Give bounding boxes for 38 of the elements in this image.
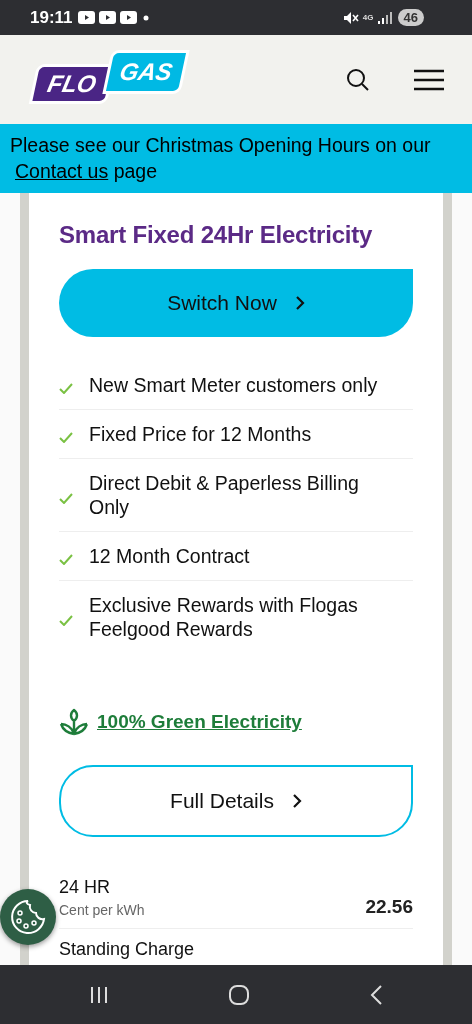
full-details-button[interactable]: Full Details (59, 765, 413, 837)
mute-icon (342, 10, 359, 25)
clock: 19:11 (30, 7, 73, 28)
announcement-text: Please see our Christmas Opening Hours on our Contact us page (10, 133, 432, 184)
switch-now-button[interactable]: Switch Now (59, 269, 413, 337)
check-icon (59, 431, 73, 443)
check-icon (59, 492, 73, 504)
video-app-icon (119, 11, 137, 24)
rate-label: Standing Charge (59, 939, 195, 960)
plant-icon (59, 707, 89, 737)
feature-text: New Smart Meter customers only (89, 373, 378, 397)
network-type: 4G (362, 13, 374, 22)
chevron-icon (294, 295, 305, 311)
cookie-settings-button[interactable] (0, 889, 56, 945)
feature-text: Exclusive Rewards with Flogas Feelgood Rewards (89, 593, 359, 641)
check-icon (59, 382, 73, 394)
rate-label: 24 HR (59, 877, 112, 898)
back-button[interactable] (368, 983, 383, 1006)
feature-text: 12 Month Contract (89, 544, 250, 568)
home-button[interactable] (228, 983, 250, 1006)
plan-title: Smart Fixed 24Hr Electricity (59, 221, 374, 249)
video-app-icon (98, 11, 116, 24)
feature-text: Fixed Price for 12 Months (89, 422, 312, 446)
signal-icon (377, 11, 392, 24)
check-icon (59, 553, 73, 565)
recent-apps-button[interactable] (89, 985, 110, 1004)
rate-value: 22.56 (365, 896, 413, 918)
cookie-icon (8, 897, 48, 937)
feature-text: Direct Debit & Paperless Billing Only (89, 471, 360, 519)
check-icon (59, 614, 73, 626)
rate-unit: Cent per kWh (59, 902, 145, 918)
chevron-icon (291, 793, 302, 809)
menu-button[interactable] (414, 68, 444, 91)
search-button[interactable] (346, 67, 370, 92)
electricity-link[interactable]: 100% Green Electricity (97, 711, 302, 733)
contact-link[interactable]: Contact us (15, 160, 109, 182)
battery-level: 46 (397, 9, 424, 26)
video-app-icon (77, 11, 95, 24)
